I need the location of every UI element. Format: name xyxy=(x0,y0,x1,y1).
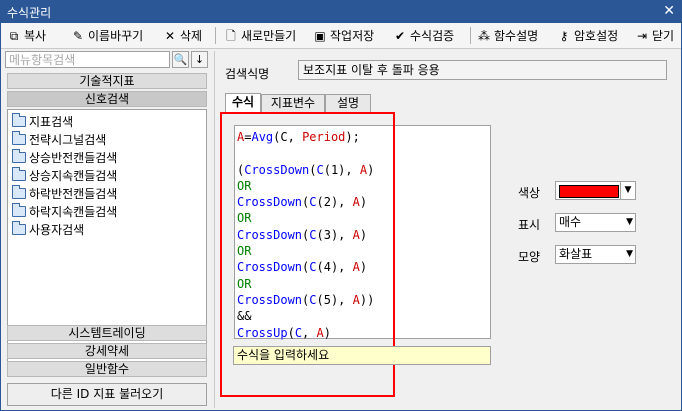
category-system-trading[interactable]: 시스템트레이딩 xyxy=(7,325,207,341)
tree-item-label: 전략시그널검색 xyxy=(29,133,107,147)
title-bar: 수식관리 ✕ xyxy=(1,1,681,23)
tab-formula[interactable]: 수식 xyxy=(225,93,261,113)
new-file-icon: 🗋 xyxy=(226,28,236,43)
tree-item[interactable]: 하락반전캔들검색 xyxy=(12,185,117,202)
copy-button[interactable]: ⧉ 복사 xyxy=(7,26,46,45)
tree-item-label: 상승지속캔들검색 xyxy=(29,169,118,183)
folder-open-icon xyxy=(12,221,26,235)
function-help-label: 함수설명 xyxy=(494,29,539,43)
tab-indicator-variables[interactable]: 지표변수 xyxy=(261,94,325,112)
password-label: 암호설정 xyxy=(574,29,619,43)
chevron-down-icon: ▼ xyxy=(620,182,635,199)
shape-select[interactable]: 화살표 ▼ xyxy=(555,245,636,264)
formula-manager-window: 수식관리 ✕ ⧉ 복사 ✎ 이름바꾸기 ✕ 삭제 🗋 새로만들기 ▣ 작업저장 ✔ 수식검증… xyxy=(0,0,682,411)
load-other-id-button[interactable]: 다른 ID 지표 불러오기 xyxy=(7,383,207,406)
delete-icon: ✕ xyxy=(164,28,176,43)
sidebar: 메뉴항목검색 🔍 ↓ 기술적지표 신호검색 지표검색 전략시그널검색 상승반전캔… xyxy=(5,51,210,408)
chevron-down-icon: ▼ xyxy=(626,249,633,259)
exit-label: 닫기 xyxy=(652,29,675,43)
tree-item[interactable]: 지표검색 xyxy=(12,113,73,130)
arrow-down-icon[interactable]: ↓ xyxy=(191,51,208,68)
exit-button[interactable]: ⇥ 닫기 xyxy=(635,26,674,45)
key-icon: ⚷ xyxy=(559,28,569,43)
color-swatch xyxy=(559,185,619,198)
delete-label: 삭제 xyxy=(180,29,203,43)
color-label: 색상 xyxy=(518,186,541,200)
exit-icon: ⇥ xyxy=(636,28,648,43)
shape-label: 모양 xyxy=(518,250,541,264)
rename-icon: ✎ xyxy=(72,28,84,43)
search-icon[interactable]: 🔍 xyxy=(172,51,189,68)
tree-item-label: 지표검색 xyxy=(29,115,74,129)
rename-label: 이름바꾸기 xyxy=(88,29,144,43)
folder-icon xyxy=(12,113,26,127)
display-select[interactable]: 매수 ▼ xyxy=(555,213,636,232)
close-icon[interactable]: ✕ xyxy=(663,3,675,19)
formula-editor[interactable]: A=Avg(C, Period); (CrossDown(C(1), A) OR… xyxy=(234,125,491,340)
tree-item[interactable]: 전략시그널검색 xyxy=(12,131,106,148)
category-signal[interactable]: 신호검색 xyxy=(7,91,207,107)
new-label: 새로만들기 xyxy=(241,29,297,43)
folder-icon xyxy=(12,131,26,145)
tree-item[interactable]: 상승반전캔들검색 xyxy=(12,149,117,166)
password-button[interactable]: ⚷ 암호설정 xyxy=(557,26,619,45)
category-technical[interactable]: 기술적지표 xyxy=(7,73,207,89)
save-label: 작업저장 xyxy=(330,29,375,43)
formula-code: A=Avg(C, Period); (CrossDown(C(1), A) OR… xyxy=(237,130,375,340)
tree-item-label: 하락반전캔들검색 xyxy=(29,187,118,201)
folder-icon xyxy=(12,185,26,199)
tree-item-label: 상승반전캔들검색 xyxy=(29,151,118,165)
toolbar: ⧉ 복사 ✎ 이름바꾸기 ✕ 삭제 🗋 새로만들기 ▣ 작업저장 ✔ 수식검증 ⁂ 함수설명 … xyxy=(1,23,681,49)
copy-label: 복사 xyxy=(24,29,47,43)
chevron-down-icon: ▼ xyxy=(626,217,633,227)
shape-value: 화살표 xyxy=(559,247,593,261)
tree-item[interactable]: 상승지속캔들검색 xyxy=(12,167,117,184)
wand-icon: ⁂ xyxy=(478,28,490,43)
formula-panel: 검색식명 보조지표 이탈 후 돌파 응용 수식 지표변수 설명 A=Avg(C,… xyxy=(214,51,680,408)
new-button[interactable]: 🗋 새로만들기 xyxy=(224,26,296,45)
tree-item[interactable]: 사용자검색 xyxy=(12,221,84,238)
toolbar-separator xyxy=(215,27,216,44)
display-label: 표시 xyxy=(518,218,541,232)
category-general-functions[interactable]: 일반함수 xyxy=(7,361,207,377)
formula-hint: 수식을 입력하세요 xyxy=(233,346,491,365)
verify-button[interactable]: ✔ 수식검증 xyxy=(393,26,454,45)
save-icon: ▣ xyxy=(314,28,326,43)
check-icon: ✔ xyxy=(394,28,406,43)
category-strength[interactable]: 강세약세 xyxy=(7,343,207,359)
rename-button[interactable]: ✎ 이름바꾸기 xyxy=(71,26,143,45)
window-title: 수식관리 xyxy=(7,6,52,20)
tab-description[interactable]: 설명 xyxy=(325,94,371,112)
formula-name-label: 검색식명 xyxy=(225,67,270,81)
folder-icon xyxy=(12,203,26,217)
verify-label: 수식검증 xyxy=(410,29,455,43)
tree-item[interactable]: 하락지속캔들검색 xyxy=(12,203,117,220)
copy-icon: ⧉ xyxy=(9,28,19,43)
folder-icon xyxy=(12,149,26,163)
tree-item-label: 사용자검색 xyxy=(29,223,85,237)
tree-item-label: 하락지속캔들검색 xyxy=(29,205,118,219)
save-button[interactable]: ▣ 작업저장 xyxy=(313,26,374,45)
formula-name-field[interactable]: 보조지표 이탈 후 돌파 응용 xyxy=(298,60,667,80)
menu-search-input[interactable]: 메뉴항목검색 xyxy=(5,51,170,68)
color-picker[interactable]: ▼ xyxy=(555,181,636,200)
folder-icon xyxy=(12,167,26,181)
delete-button[interactable]: ✕ 삭제 xyxy=(163,26,202,45)
display-value: 매수 xyxy=(559,215,582,229)
toolbar-separator xyxy=(470,27,471,44)
function-help-button[interactable]: ⁂ 함수설명 xyxy=(477,26,538,45)
